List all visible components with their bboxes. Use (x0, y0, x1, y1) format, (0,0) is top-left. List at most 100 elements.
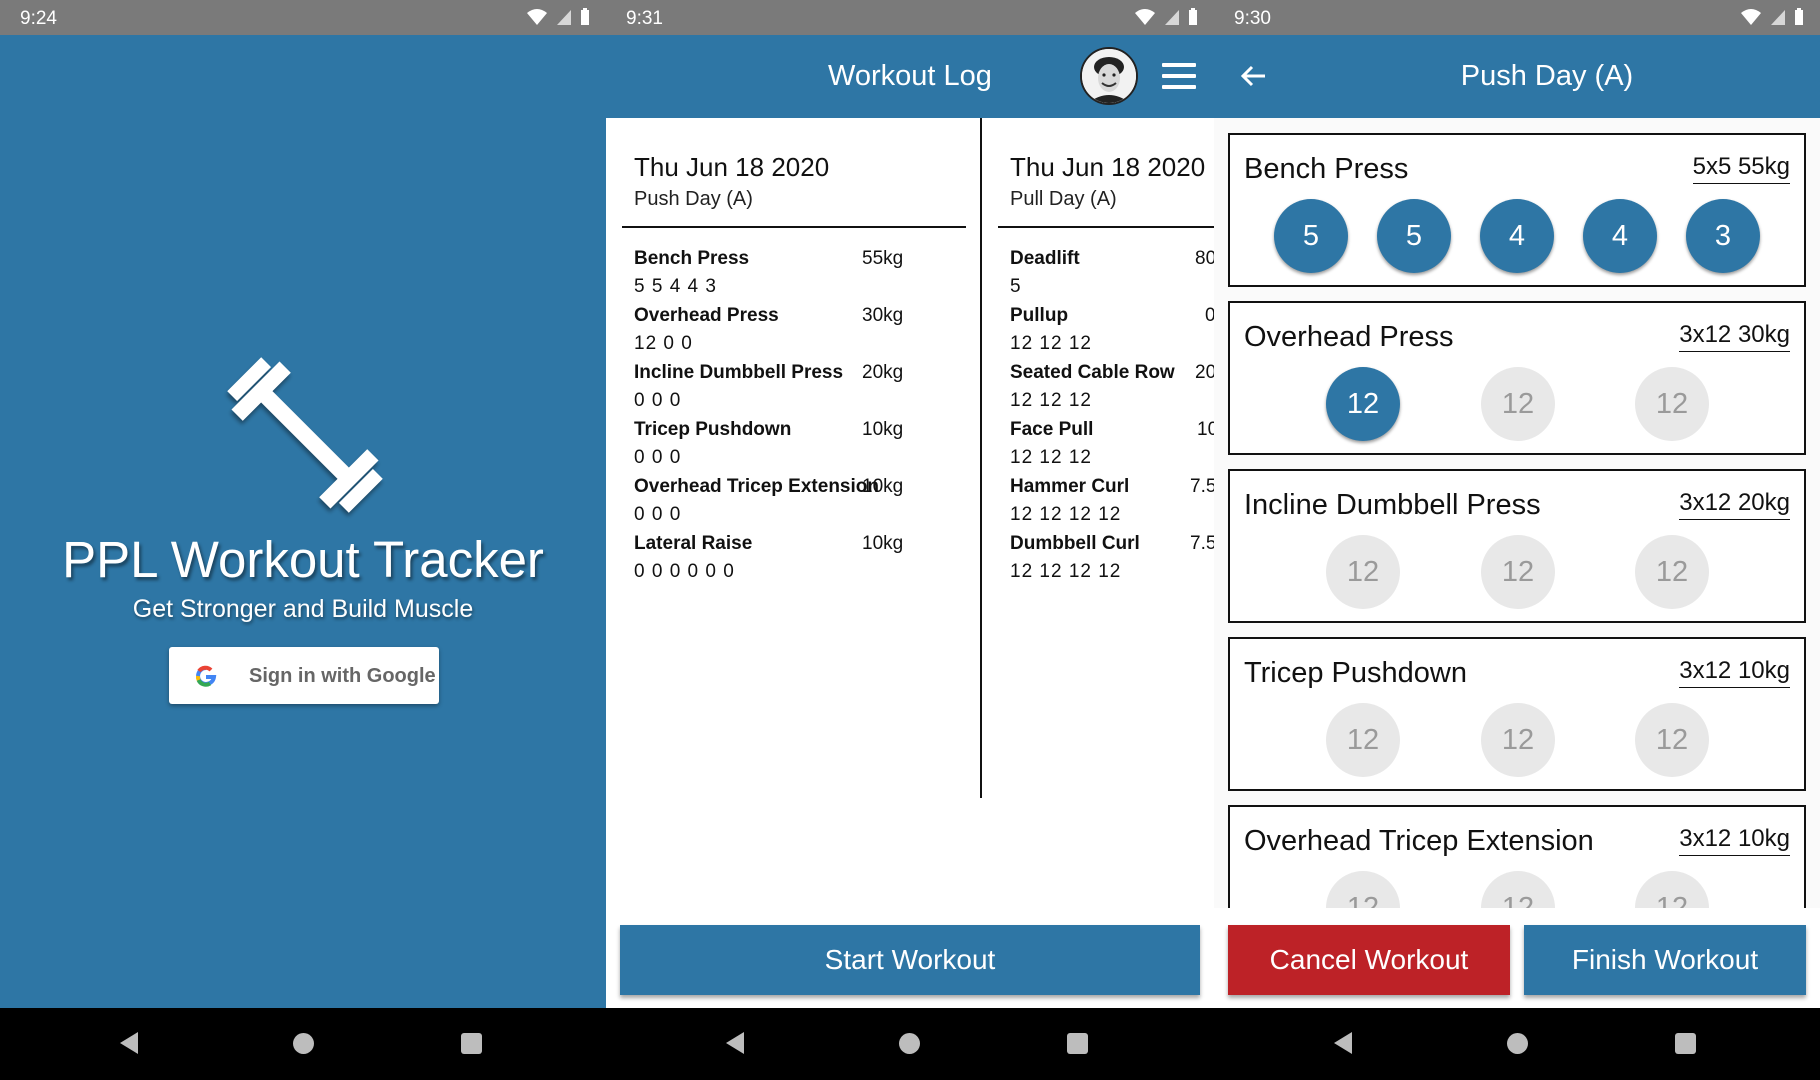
log-exercise-reps: 5 5 4 4 3 (634, 276, 717, 297)
android-nav-bar (1214, 1008, 1820, 1080)
set-button[interactable]: 12 (1635, 871, 1709, 908)
set-button[interactable]: 12 (1635, 703, 1709, 777)
hamburger-menu-icon[interactable] (1162, 63, 1196, 89)
log-exercise-weight: 10kg (862, 533, 904, 554)
user-photo-icon (1082, 49, 1136, 103)
nav-recents-icon[interactable] (461, 1033, 482, 1054)
set-button[interactable]: 4 (1480, 199, 1554, 273)
log-card-workout-name: Pull Day (A) (1010, 188, 1117, 210)
log-exercise-weight: 30kg (862, 305, 904, 326)
exercise-card: Incline Dumbbell Press 3x12 20kg 12 12 1… (1228, 469, 1806, 623)
log-exercise-reps: 12 12 12 12 (1010, 504, 1122, 525)
set-button[interactable]: 12 (1481, 367, 1555, 441)
log-exercise-weight: 55kg (862, 248, 904, 269)
cancel-workout-button[interactable]: Cancel Workout (1228, 925, 1510, 995)
exercise-target[interactable]: 3x12 10kg (1679, 657, 1790, 688)
log-exercise-weight: 10kg (862, 419, 904, 440)
log-exercise-name: Face Pull (1010, 419, 1094, 440)
wifi-icon (1135, 9, 1155, 25)
google-sign-in-button[interactable]: Sign in with Google (169, 647, 439, 704)
log-exercise-weight: 10kg (862, 476, 904, 497)
log-exercise-weight: 80 (1195, 248, 1214, 269)
log-exercise-name: Deadlift (1010, 248, 1080, 269)
nav-back-icon[interactable] (1334, 1032, 1352, 1054)
exercise-card: Overhead Tricep Extension 3x12 10kg 12 1… (1228, 805, 1806, 908)
log-exercise-weight: 20kg (862, 362, 904, 383)
exercise-target[interactable]: 3x12 30kg (1679, 321, 1790, 352)
exercise-name: Overhead Tricep Extension (1244, 825, 1594, 857)
wifi-icon (1741, 9, 1761, 25)
status-icons (526, 8, 590, 26)
exercise-name: Tricep Pushdown (1244, 657, 1467, 689)
app-title: PPL Workout Tracker (62, 531, 544, 588)
finish-workout-button[interactable]: Finish Workout (1524, 925, 1806, 995)
log-exercise-reps: 0 0 0 (634, 504, 682, 525)
dumbbell-icon (227, 357, 383, 513)
log-exercise-name: Overhead Tricep Extension (634, 476, 879, 497)
log-exercise-name: Seated Cable Row (1010, 362, 1175, 383)
nav-home-icon[interactable] (899, 1033, 920, 1054)
status-bar: 9:31 (606, 0, 1214, 35)
log-exercise-reps: 12 12 12 (1010, 390, 1092, 411)
exercise-target[interactable]: 3x12 10kg (1679, 825, 1790, 856)
log-card[interactable]: Thu Jun 18 2020 Pull Day (A) Deadlift 80… (980, 118, 1214, 798)
log-exercise-reps: 5 (1010, 276, 1022, 297)
nav-home-icon[interactable] (1507, 1033, 1528, 1054)
set-button[interactable]: 12 (1481, 871, 1555, 908)
screen-sign-in: 9:24 PPL Workout Tracker Get Stronger an… (0, 0, 606, 1080)
android-nav-bar (0, 1008, 606, 1080)
set-button[interactable]: 12 (1326, 703, 1400, 777)
log-exercise-reps: 0 0 0 (634, 447, 682, 468)
set-button[interactable]: 4 (1583, 199, 1657, 273)
log-exercise-reps: 0 0 0 0 0 0 (634, 561, 735, 582)
workout-log-list[interactable]: Thu Jun 18 2020 Push Day (A) Bench Press… (606, 118, 1214, 798)
avatar[interactable] (1080, 47, 1138, 105)
log-exercise-name: Lateral Raise (634, 533, 753, 554)
log-exercise-name: Overhead Press (634, 305, 779, 326)
exercise-card: Overhead Press 3x12 30kg 12 12 12 (1228, 301, 1806, 455)
wifi-icon (527, 9, 547, 25)
set-button[interactable]: 3 (1686, 199, 1760, 273)
status-bar: 9:30 (1214, 0, 1820, 35)
battery-icon (581, 8, 589, 25)
log-exercise-reps: 12 12 12 12 (1010, 561, 1122, 582)
nav-back-icon[interactable] (726, 1032, 744, 1054)
start-workout-button[interactable]: Start Workout (620, 925, 1200, 995)
set-button[interactable]: 5 (1274, 199, 1348, 273)
status-bar: 9:24 (0, 0, 606, 35)
log-exercise-name: Pullup (1010, 305, 1069, 326)
log-exercise-name: Tricep Pushdown (634, 419, 792, 440)
exercise-list[interactable]: Bench Press 5x5 55kg 5 5 4 4 3 Overhead … (1214, 118, 1820, 908)
log-exercise-weight: 10 (1197, 419, 1214, 440)
set-button[interactable]: 12 (1326, 367, 1400, 441)
exercise-target[interactable]: 5x5 55kg (1692, 153, 1790, 184)
log-card-workout-name: Push Day (A) (634, 188, 753, 210)
log-exercise-weight: 7.5 (1190, 476, 1214, 497)
back-arrow-icon[interactable] (1238, 61, 1268, 91)
status-time: 9:24 (20, 8, 57, 29)
nav-recents-icon[interactable] (1067, 1033, 1088, 1054)
nav-recents-icon[interactable] (1675, 1033, 1696, 1054)
nav-home-icon[interactable] (293, 1033, 314, 1054)
set-button[interactable]: 5 (1377, 199, 1451, 273)
log-exercise-reps: 12 12 12 (1010, 447, 1092, 468)
log-card[interactable]: Thu Jun 18 2020 Push Day (A) Bench Press… (606, 118, 980, 798)
exercise-card: Tricep Pushdown 3x12 10kg 12 12 12 (1228, 637, 1806, 791)
set-button[interactable]: 12 (1481, 703, 1555, 777)
log-exercise-weight: 20 (1195, 362, 1214, 383)
set-button[interactable]: 12 (1635, 367, 1709, 441)
set-button[interactable]: 12 (1326, 535, 1400, 609)
exercise-name: Incline Dumbbell Press (1244, 489, 1541, 521)
nav-back-icon[interactable] (120, 1032, 138, 1054)
cell-signal-icon (557, 10, 571, 25)
log-card-date: Thu Jun 18 2020 (1010, 152, 1206, 182)
screen-active-workout: 9:30 Push Day (A) Bench Press 5x5 55kg 5… (1214, 0, 1820, 1080)
set-button[interactable]: 12 (1635, 535, 1709, 609)
set-button[interactable]: 12 (1326, 871, 1400, 908)
set-button[interactable]: 12 (1481, 535, 1555, 609)
exercise-target[interactable]: 3x12 20kg (1679, 489, 1790, 520)
log-exercise-reps: 0 0 0 (634, 390, 682, 411)
app-bar: Push Day (A) (1214, 35, 1820, 118)
log-exercise-reps: 12 12 12 (1010, 333, 1092, 354)
log-exercise-name: Hammer Curl (1010, 476, 1130, 497)
